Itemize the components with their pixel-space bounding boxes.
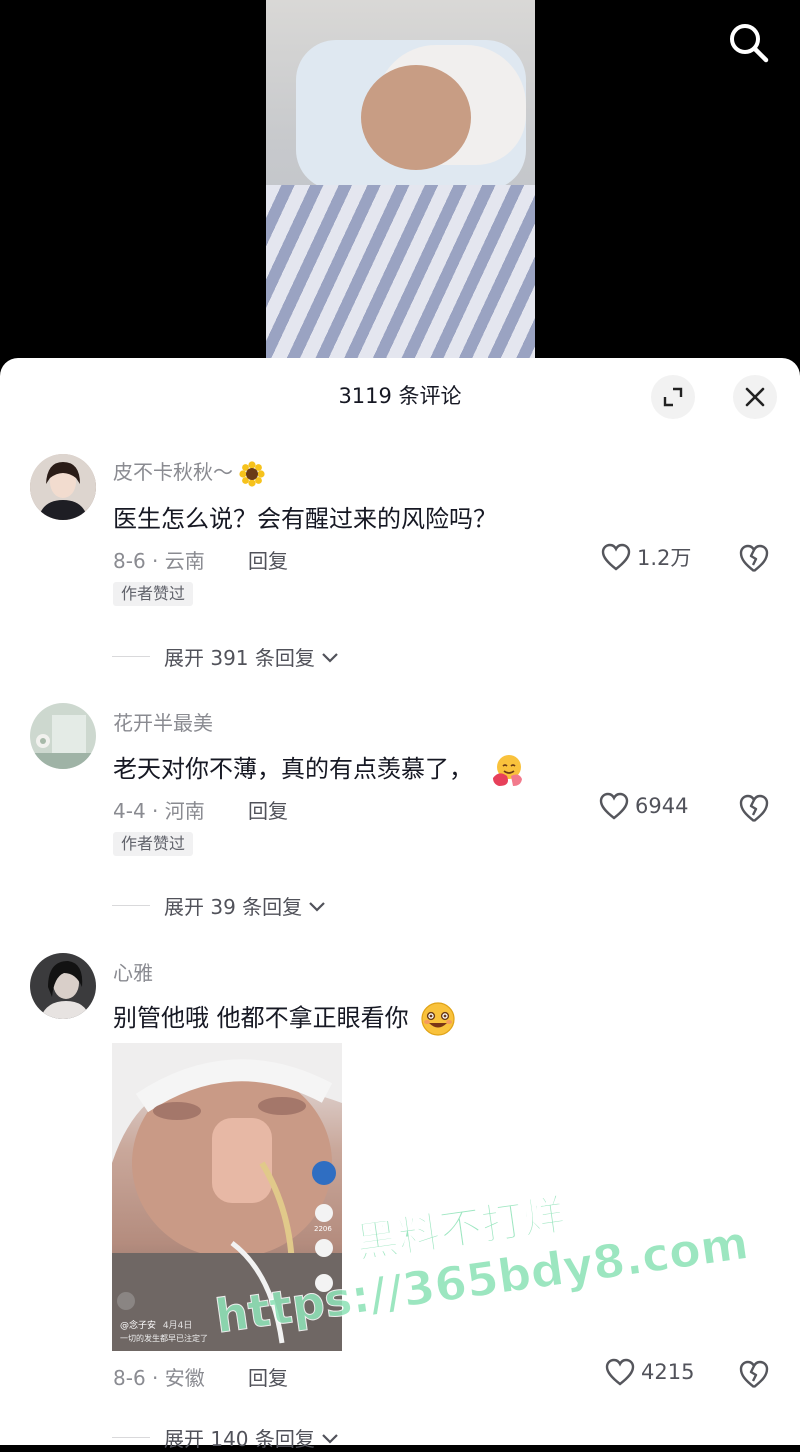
comment-username[interactable]: 心雅 bbox=[113, 957, 153, 986]
comment-text: 医生怎么说？会有醒过来的风险吗？ bbox=[113, 505, 497, 533]
heart-icon bbox=[601, 543, 631, 571]
comment-date-location: 4-4 · 河南 bbox=[113, 799, 205, 823]
comment-text: 别管他哦 他都不拿正眼看你 bbox=[113, 998, 456, 1037]
avatar[interactable] bbox=[30, 454, 96, 520]
face-shape bbox=[361, 65, 471, 170]
avatar[interactable] bbox=[30, 953, 96, 1019]
comment-username[interactable]: 花开半最美 bbox=[113, 707, 213, 736]
comment-text-content: 老天对你不薄，真的有点羡慕了， bbox=[113, 755, 473, 783]
sunflower-emoji-icon bbox=[239, 460, 265, 487]
expand-fullscreen-button[interactable] bbox=[651, 375, 695, 419]
hospital-gown-shape bbox=[266, 185, 535, 358]
username-text: 皮不卡秋秋～ bbox=[113, 460, 233, 484]
close-button[interactable] bbox=[733, 375, 777, 419]
divider bbox=[112, 656, 150, 657]
search-icon[interactable] bbox=[726, 20, 770, 64]
chevron-down-icon bbox=[322, 1433, 338, 1444]
fullscreen-icon bbox=[663, 387, 683, 407]
dislike-broken-heart-icon[interactable] bbox=[738, 1358, 770, 1390]
reply-button[interactable]: 回复 bbox=[248, 795, 288, 824]
hugging-face-emoji-icon bbox=[492, 755, 522, 786]
like-count: 6944 bbox=[635, 794, 689, 818]
avatar-portrait-icon bbox=[30, 953, 96, 1019]
heart-icon bbox=[605, 1358, 635, 1386]
reply-button[interactable]: 回复 bbox=[248, 545, 288, 574]
author-liked-badge: 作者赞过 bbox=[113, 582, 194, 606]
comment-date-location: 8-6 · 云南 bbox=[113, 549, 205, 573]
like-button[interactable]: 6944 bbox=[599, 792, 688, 820]
chevron-down-icon bbox=[309, 901, 325, 912]
dislike-broken-heart-icon[interactable] bbox=[738, 792, 770, 824]
overlay-author-text: @念子安 bbox=[120, 1321, 157, 1331]
video-frame bbox=[266, 0, 535, 358]
heart-icon bbox=[599, 792, 629, 820]
expand-replies-label: 展开 39 条回复 bbox=[164, 895, 303, 919]
expand-replies-button[interactable]: 展开 391 条回复 bbox=[112, 642, 341, 671]
chevron-down-icon bbox=[322, 652, 338, 663]
avatar[interactable] bbox=[30, 703, 96, 769]
like-button[interactable]: 4215 bbox=[605, 1358, 694, 1386]
image-overlay-author: @念子安 4月4日 bbox=[120, 1318, 192, 1331]
dislike-broken-heart-icon[interactable] bbox=[738, 542, 770, 574]
like-count: 1.2万 bbox=[637, 546, 692, 570]
comment-text: 老天对你不薄，真的有点羡慕了， bbox=[113, 749, 525, 788]
expand-replies-label: 展开 391 条回复 bbox=[164, 646, 315, 670]
close-icon bbox=[745, 387, 765, 407]
avatar-flower-icon bbox=[30, 703, 96, 769]
expand-replies-button[interactable]: 展开 140 条回复 bbox=[112, 1423, 341, 1452]
video-player[interactable] bbox=[0, 0, 800, 370]
expand-replies-button[interactable]: 展开 39 条回复 bbox=[112, 891, 328, 920]
comment-text-content: 别管他哦 他都不拿正眼看你 bbox=[113, 1004, 409, 1032]
comment-username[interactable]: 皮不卡秋秋～ bbox=[113, 456, 265, 487]
like-count: 4215 bbox=[641, 1360, 695, 1384]
divider bbox=[112, 1437, 150, 1438]
image-overlay-caption: 一切的发生都早已注定了 bbox=[120, 1334, 208, 1343]
image-overlay-likes: 2206 bbox=[314, 1225, 332, 1233]
like-button[interactable]: 1.2万 bbox=[601, 542, 691, 572]
overlay-date-text: 4月4日 bbox=[162, 1321, 193, 1331]
reply-button[interactable]: 回复 bbox=[248, 1362, 288, 1391]
comment-date-location: 8-6 · 安徽 bbox=[113, 1366, 205, 1390]
smiling-face-emoji-icon bbox=[421, 1002, 455, 1036]
author-liked-badge: 作者赞过 bbox=[113, 832, 194, 856]
expand-replies-label: 展开 140 条回复 bbox=[164, 1427, 315, 1451]
divider bbox=[112, 905, 150, 906]
avatar-portrait-icon bbox=[30, 454, 96, 520]
